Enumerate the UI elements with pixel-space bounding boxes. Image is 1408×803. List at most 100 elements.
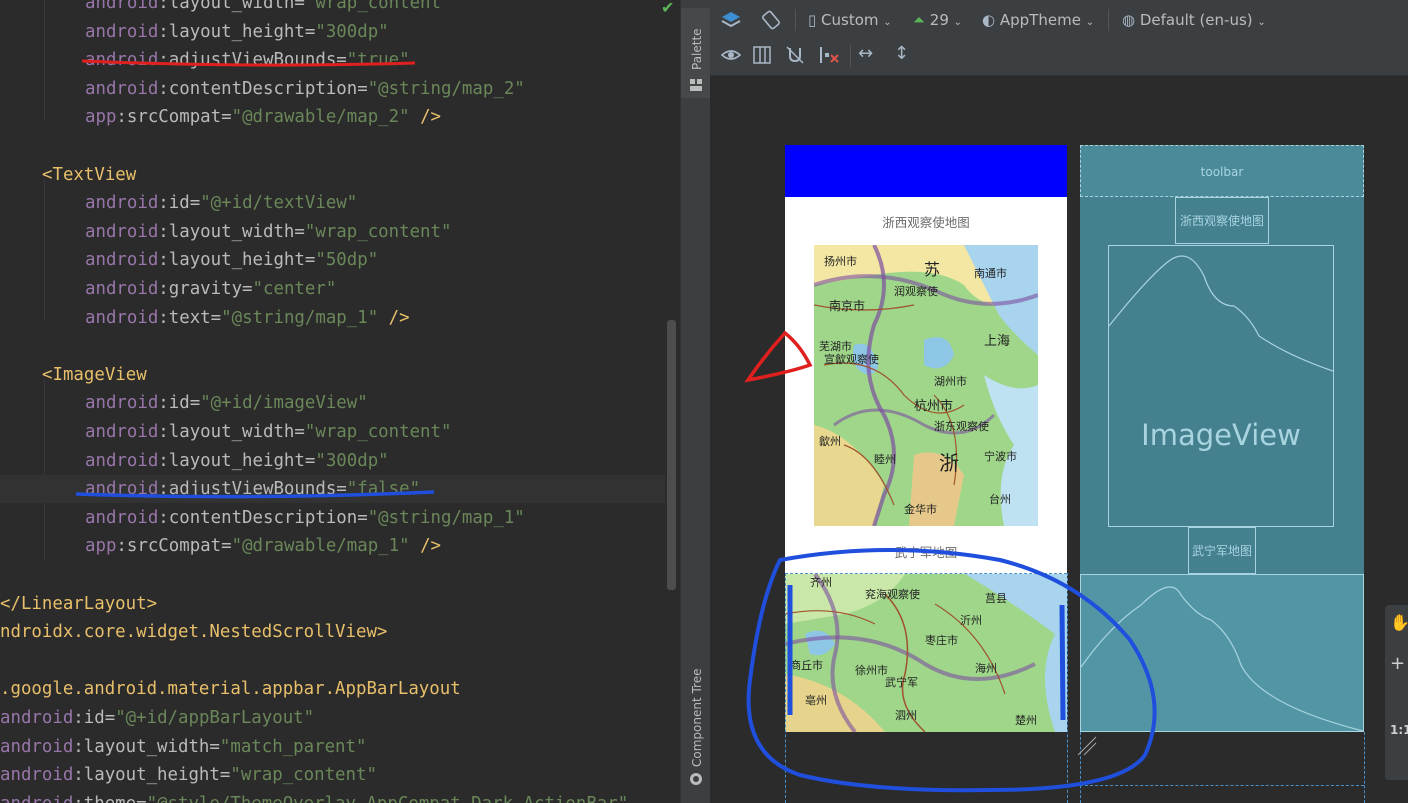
palette-tab[interactable]: Palette	[681, 8, 711, 98]
code-token: "@string/map_1"	[367, 507, 525, 528]
code-token: :layout_height=	[158, 21, 316, 42]
code-token: <TextView	[42, 164, 137, 185]
api-level-selector[interactable]: ⏶ 29 ⌄	[913, 10, 962, 33]
code-editor[interactable]: android:layout_width="wrap_content" andro…	[0, 0, 680, 803]
toolbar-separator	[795, 9, 796, 31]
svg-text:上海: 上海	[984, 334, 1010, 349]
clear-constraints-icon[interactable]	[818, 45, 840, 65]
code-token: :theme=	[73, 794, 146, 803]
code-line[interactable]: android:layout_height="300dp"	[0, 447, 389, 475]
magnet-off-icon[interactable]	[785, 45, 805, 65]
blueprint-textview-1[interactable]: 浙西观察使地图	[1175, 197, 1269, 244]
code-line[interactable]: <ImageView	[0, 361, 147, 389]
code-token: android	[0, 794, 73, 803]
code-line[interactable]: android:gravity="center"	[0, 275, 336, 303]
code-token: :layout_width=	[158, 221, 305, 242]
globe-icon: ◍	[1122, 11, 1136, 29]
code-line[interactable]: android:layout_height="wrap_content"	[0, 761, 377, 789]
code-line[interactable]: android:contentDescription="@string/map_…	[0, 75, 525, 103]
blueprint-imageview-2[interactable]	[1080, 574, 1364, 732]
code-token: :contentDescription=	[158, 78, 368, 99]
rotate-icon[interactable]	[760, 9, 782, 31]
zoom-in-button[interactable]: +	[1390, 653, 1405, 674]
code-line[interactable]: android:theme="@style/ThemeOverlay.AppCo…	[0, 790, 628, 803]
editor-scrollbar-thumb[interactable]	[667, 320, 676, 590]
code-token: :layout_width=	[158, 422, 305, 442]
code-line[interactable]: app:srcCompat="@drawable/map_1" />	[0, 532, 441, 560]
code-token: android	[85, 450, 159, 471]
code-line[interactable]: android:layout_width="wrap_content"	[0, 418, 451, 446]
theme-selector[interactable]: ◐ AppTheme ⌄	[982, 10, 1094, 33]
code-token: ndroidx.core.widget.NestedScrollView>	[0, 622, 388, 643]
code-line[interactable]: app:srcCompat="@drawable/map_2" />	[0, 103, 441, 131]
blueprint-view[interactable]: toolbar 浙西观察使地图 ImageView 武宁军地图	[1080, 145, 1364, 732]
code-token: "@style/ThemeOverlay.AppCompat.Dark.Acti…	[147, 794, 629, 803]
blueprint-bound	[1364, 732, 1365, 803]
map-title-2[interactable]: 武宁军地图	[785, 542, 1067, 561]
device-selector[interactable]: ▯ Custom ⌄	[808, 10, 892, 33]
code-token: android	[85, 193, 159, 214]
code-token: "@+id/textView"	[200, 193, 358, 214]
code-token: android	[0, 708, 74, 728]
code-line[interactable]: android:id="@+id/appBarLayout"	[0, 704, 314, 732]
code-token: "@+id/appBarLayout"	[115, 708, 315, 728]
svg-text:芜湖市: 芜湖市	[819, 339, 852, 353]
code-line[interactable]: android:text="@string/map_1" />	[0, 304, 410, 332]
zoom-ratio-button[interactable]: 1:1	[1390, 723, 1408, 737]
inspection-ok-icon[interactable]: ✔	[661, 0, 674, 16]
api-level-label: 29	[929, 11, 949, 29]
eye-icon[interactable]	[720, 45, 742, 65]
hand-icon[interactable]: ✋	[1390, 613, 1408, 632]
svg-text:齐州: 齐州	[810, 575, 832, 589]
code-line[interactable]: .google.android.material.appbar.AppBarLa…	[0, 675, 461, 703]
design-toolbar: ▯ Custom ⌄ ⏶ 29 ⌄ ◐ AppTheme ⌄ ◍ Default…	[710, 0, 1408, 76]
design-surface[interactable]: ▯ Custom ⌄ ⏶ 29 ⌄ ◐ AppTheme ⌄ ◍ Default…	[710, 0, 1408, 803]
svg-text:宁波市: 宁波市	[984, 449, 1017, 463]
code-token: :layout_height=	[158, 250, 316, 271]
phone-preview[interactable]: 浙西观察使地图 扬州市 苏 南通市 南京市 润观察使 上海 芜湖市 宣歙观察使 …	[785, 145, 1067, 732]
map-image-2[interactable]: 齐州 兖海观察使 莒县 枣庄市 沂州 商丘市 徐州市 武宁军 海州 亳州 泗州 …	[785, 574, 1067, 732]
code-line[interactable]: android:adjustViewBounds="false"	[0, 475, 680, 504]
locale-selector[interactable]: ◍ Default (en-us) ⌄	[1122, 10, 1266, 33]
expand-horizontal-icon[interactable]: ↔	[858, 44, 873, 64]
app-bar[interactable]	[785, 145, 1067, 197]
columns-icon[interactable]	[752, 45, 772, 65]
code-line[interactable]: <TextView	[0, 161, 136, 189]
code-token: android	[85, 50, 159, 71]
code-line[interactable]: android:layout_width="wrap_content"	[0, 0, 451, 17]
blueprint-imageview-1[interactable]: ImageView	[1108, 245, 1334, 527]
layers-icon[interactable]	[720, 9, 742, 31]
code-token: :srcCompat=	[116, 536, 232, 557]
svg-text:枣庄市: 枣庄市	[925, 633, 958, 647]
palette-icon	[690, 79, 702, 91]
blueprint-bound	[1080, 785, 1364, 786]
code-line[interactable]: android:contentDescription="@string/map_…	[0, 504, 525, 532]
locale-label: Default (en-us)	[1139, 11, 1253, 29]
map-title-1[interactable]: 浙西观察使地图	[785, 212, 1067, 231]
code-token: :srcCompat=	[116, 107, 232, 128]
code-token: "@+id/imageView"	[200, 393, 368, 414]
code-line[interactable]: android:layout_height="50dp"	[0, 246, 378, 274]
code-line[interactable]: android:id="@+id/textView"	[0, 189, 357, 217]
svg-text:南通市: 南通市	[974, 266, 1007, 280]
blueprint-textview-2[interactable]: 武宁军地图	[1188, 527, 1256, 574]
blueprint-toolbar[interactable]: toolbar	[1080, 145, 1364, 197]
code-token: android	[0, 736, 74, 757]
code-line[interactable]: android:id="@+id/imageView"	[0, 389, 368, 417]
svg-text:浙: 浙	[939, 451, 959, 475]
code-line[interactable]: ndroidx.core.widget.NestedScrollView>	[0, 618, 387, 646]
code-line[interactable]: android:layout_width="wrap_content"	[0, 218, 451, 246]
resize-handle[interactable]	[1076, 735, 1098, 757]
map-image-1[interactable]: 扬州市 苏 南通市 南京市 润观察使 上海 芜湖市 宣歙观察使 湖州市 杭州市 …	[814, 245, 1038, 526]
code-line[interactable]: android:layout_width="match_parent"	[0, 733, 366, 761]
palette-tab-label: Palette	[690, 28, 704, 70]
selection-bound	[785, 573, 786, 803]
theme-icon: ◐	[982, 11, 996, 29]
code-line[interactable]: android:layout_height="300dp"	[0, 18, 389, 46]
code-token: android	[85, 221, 159, 242]
component-tree-tab[interactable]: Component Tree	[681, 640, 711, 800]
code-line[interactable]: android:adjustViewBounds="true"	[0, 46, 410, 74]
code-token: android	[85, 250, 159, 271]
expand-vertical-icon[interactable]: ↕	[894, 44, 909, 64]
code-line[interactable]: </LinearLayout>	[0, 590, 157, 618]
